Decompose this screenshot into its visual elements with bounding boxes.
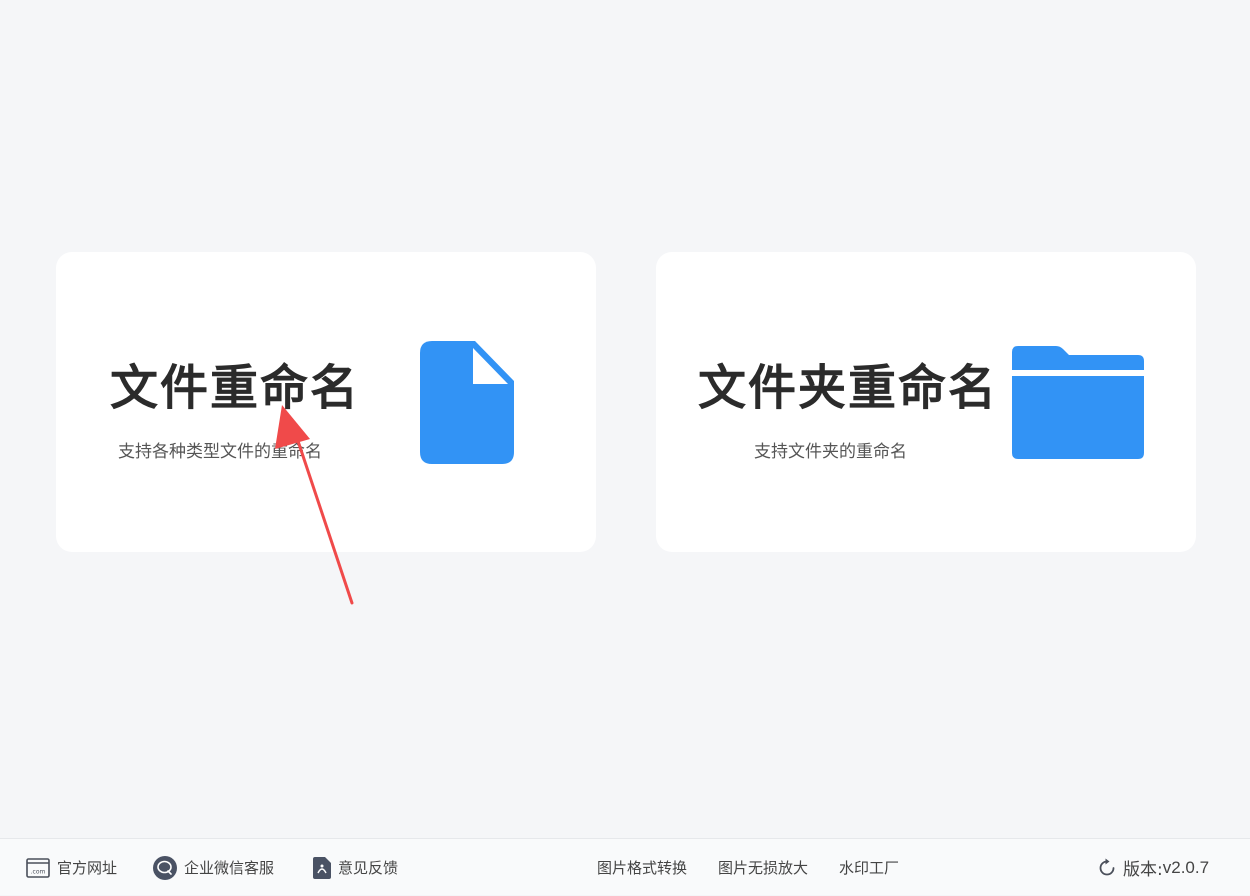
official-site-label: 官方网址 (57, 859, 118, 877)
folder-icon (1012, 346, 1144, 464)
folder-rename-title: 文件夹重命名 (698, 360, 999, 416)
website-icon: .com (26, 857, 50, 879)
folder-rename-card[interactable]: 文件夹重命名 支持文件夹的重命名 (656, 252, 1196, 552)
image-enlarge-link[interactable]: 图片无损放大 (718, 839, 808, 896)
image-convert-label: 图片格式转换 (597, 859, 688, 877)
image-enlarge-label: 图片无损放大 (718, 859, 809, 877)
version-info[interactable]: 版本: v2.0.7 (1097, 839, 1209, 896)
folder-rename-description: 支持文件夹的重命名 (754, 442, 907, 462)
file-rename-card[interactable]: 文件重命名 支持各种类型文件的重命名 (56, 252, 596, 552)
feedback-label: 意见反馈 (338, 859, 399, 877)
official-site-link[interactable]: .com 官方网址 (26, 839, 117, 896)
file-icon (420, 341, 515, 469)
wechat-service-link[interactable]: 企业微信客服 (153, 839, 274, 896)
wechat-service-label: 企业微信客服 (184, 859, 275, 877)
feedback-icon (313, 856, 331, 879)
refresh-icon (1097, 858, 1117, 878)
watermark-factory-label: 水印工厂 (839, 859, 900, 877)
wechat-work-icon (153, 855, 177, 880)
file-rename-description: 支持各种类型文件的重命名 (118, 442, 322, 462)
file-rename-title: 文件重命名 (110, 360, 361, 416)
watermark-factory-link[interactable]: 水印工厂 (839, 839, 899, 896)
version-label: 版本: (1123, 860, 1163, 880)
footer-bar: .com 官方网址 企业微信客服 意见反馈 图片格式转换 图片无损放大 水印工厂… (0, 838, 1250, 895)
feedback-link[interactable]: 意见反馈 (313, 839, 398, 896)
main-area: 文件重命名 支持各种类型文件的重命名 文件夹重命名 支持文件夹的重命名 (0, 0, 1250, 838)
version-number: v2.0.7 (1162, 857, 1210, 877)
svg-text:.com: .com (31, 868, 46, 875)
image-convert-link[interactable]: 图片格式转换 (597, 839, 687, 896)
